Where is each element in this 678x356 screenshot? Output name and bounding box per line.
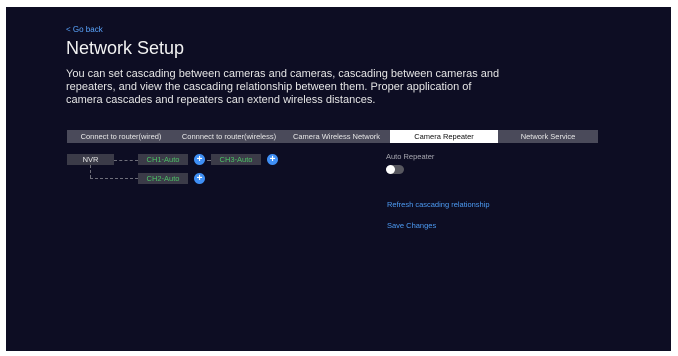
page-title: Network Setup: [66, 38, 185, 58]
tab-network-service[interactable]: Network Service: [498, 130, 598, 143]
tab-camera-repeater[interactable]: Camera Repeater: [390, 130, 498, 143]
plus-icon: +: [269, 154, 276, 165]
toggle-knob: [386, 165, 395, 174]
add-cascade-ch1-button[interactable]: +: [194, 154, 205, 165]
go-back-link[interactable]: < Go back: [66, 25, 103, 34]
ch1-node[interactable]: CH1-Auto: [138, 154, 188, 165]
page-description: You can set cascading between cameras an…: [66, 68, 500, 106]
connector-nvr-ch1: [114, 160, 138, 161]
tab-camera-wireless-network[interactable]: Camera Wireless Network: [283, 130, 390, 143]
tab-wireless-router[interactable]: Connnect to router(wireless): [175, 130, 283, 143]
connector-nvr-down: [90, 165, 91, 178]
ch2-node[interactable]: CH2-Auto: [138, 173, 188, 184]
auto-repeater-toggle[interactable]: [386, 165, 404, 174]
app-screen: < Go back Network Setup You can set casc…: [6, 7, 671, 351]
plus-icon: +: [196, 173, 203, 184]
refresh-cascading-link[interactable]: Refresh cascading relationship: [387, 200, 490, 209]
save-changes-link[interactable]: Save Changes: [387, 221, 436, 230]
add-cascade-ch2-button[interactable]: +: [194, 173, 205, 184]
tab-wired-router[interactable]: Connect to router(wired): [67, 130, 175, 143]
connector-nvr-ch2: [90, 178, 138, 179]
tab-bar: Connect to router(wired) Connnect to rou…: [67, 130, 598, 143]
plus-icon: +: [196, 154, 203, 165]
nvr-node[interactable]: NVR: [67, 154, 114, 165]
ch3-node[interactable]: CH3-Auto: [211, 154, 261, 165]
add-cascade-ch3-button[interactable]: +: [267, 154, 278, 165]
auto-repeater-label: Auto Repeater: [386, 152, 435, 161]
